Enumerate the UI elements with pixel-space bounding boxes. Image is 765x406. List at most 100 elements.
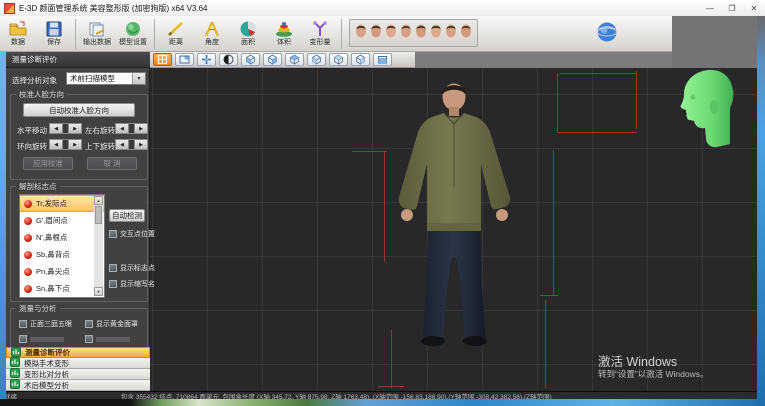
database-icon xyxy=(8,19,28,38)
apply-calibration-button[interactable]: 应用校准 xyxy=(23,157,73,170)
wireframe-segment xyxy=(557,73,558,133)
front-view-button[interactable] xyxy=(241,53,260,66)
stepper-label: 水平移动 xyxy=(17,125,47,136)
auto-calibrate-button[interactable]: 自动校准人脸方向 xyxy=(23,103,135,117)
checkbox-icon xyxy=(85,320,93,328)
bottom-view-button[interactable] xyxy=(351,53,370,66)
analysis-object-dropdown[interactable]: 术前扫描模型 ▾ xyxy=(66,72,146,85)
area-button[interactable]: 面积 xyxy=(230,18,266,47)
landmark-dot-icon xyxy=(24,200,32,208)
volume-button[interactable]: 体积 xyxy=(266,18,302,47)
face-view-4-button[interactable] xyxy=(400,23,412,43)
angle-button[interactable]: 角度 xyxy=(194,18,230,47)
deformation-button[interactable]: 变形量 xyxy=(302,18,338,47)
shaded-view-button[interactable] xyxy=(219,53,238,66)
globe-button[interactable] xyxy=(596,21,618,48)
axis-view-button[interactable] xyxy=(197,53,216,66)
tab-postop-analysis[interactable]: 术后模型分析 xyxy=(6,380,150,391)
distance-button[interactable]: 距离 xyxy=(158,18,194,47)
horizontal-move-stepper[interactable]: ◀▶ xyxy=(49,123,82,134)
toolbar-empty-area xyxy=(672,16,757,68)
show-abbreviations-checkbox[interactable]: 显示缩写名 xyxy=(109,279,155,289)
stepper-prev-button[interactable]: ◀ xyxy=(49,123,63,134)
scroll-up-icon[interactable]: ▲ xyxy=(94,196,103,205)
save-button[interactable]: 保存 xyxy=(36,18,72,47)
model-settings-icon xyxy=(123,19,143,38)
toolbar-label: 变形量 xyxy=(310,38,331,47)
tab-simulate-surgery[interactable]: 模拟手术变形 xyxy=(6,358,150,369)
three-courts-checkbox[interactable]: 正面三庭五眼 xyxy=(19,319,72,329)
stepper-prev-button[interactable]: ◀ xyxy=(115,123,129,134)
toolbar-separator xyxy=(341,19,342,49)
face-view-8-button[interactable] xyxy=(460,23,472,43)
main-toolbar: 数据 保存 输出数据 模型设置 距离 xyxy=(0,16,757,52)
3d-viewport[interactable]: 激活 Windows 转到“设置”以激活 Windows。 xyxy=(150,68,757,391)
landmark-dot-icon xyxy=(24,234,32,242)
yaw-rotate-stepper[interactable]: ◀▶ xyxy=(115,123,148,134)
landmarks-list[interactable]: Tr,发际点 G',眉间点 N',鼻根点 Sb,鼻背点 Pn,鼻尖点 Sn,鼻下… xyxy=(19,194,105,298)
model-settings-button[interactable]: 模型设置 xyxy=(115,18,151,47)
screen-view-button[interactable] xyxy=(175,53,194,66)
list-item[interactable]: Sb,鼻背点 xyxy=(20,246,104,263)
landmarks-group: 解剖标志点 Tr,发际点 G',眉间点 N',鼻根点 Sb,鼻背点 Pn,鼻尖点… xyxy=(10,186,148,302)
checkbox-icon xyxy=(109,264,117,272)
export-data-button[interactable]: 输出数据 xyxy=(79,18,115,47)
data-button[interactable]: 数据 xyxy=(0,18,36,47)
stepper-prev-button[interactable]: ◀ xyxy=(115,139,129,150)
checkbox-icon xyxy=(19,320,27,328)
list-item[interactable]: N',鼻根点 xyxy=(20,229,104,246)
iso-view-button[interactable] xyxy=(373,53,392,66)
list-scrollbar[interactable]: ▲ ▼ xyxy=(94,196,103,296)
stepper-prev-button[interactable]: ◀ xyxy=(49,139,63,150)
face-view-7-button[interactable] xyxy=(445,23,457,43)
stepper-label: 上下旋转 xyxy=(85,141,115,152)
tab-deformation-compare[interactable]: 变形比对分析 xyxy=(6,369,150,380)
maximize-button[interactable]: ❐ xyxy=(721,0,743,16)
golden-mask-checkbox[interactable]: 显示黄金面罩 xyxy=(85,319,138,329)
measurement-group-title: 测量与分析 xyxy=(16,304,60,313)
landmark-dot-icon xyxy=(24,268,32,276)
stepper-next-button[interactable]: ▶ xyxy=(134,139,148,150)
toolbar-label: 模型设置 xyxy=(119,38,147,47)
tab-measure-evaluate[interactable]: 测量诊断评价 xyxy=(6,347,150,358)
toolbar-label: 角度 xyxy=(205,38,219,47)
top-view-button[interactable] xyxy=(329,53,348,66)
pitch-rotate-stepper[interactable]: ◀▶ xyxy=(115,139,148,150)
scroll-down-icon[interactable]: ▼ xyxy=(94,287,103,296)
partial-checkbox[interactable] xyxy=(85,335,130,343)
roll-rotate-stepper[interactable]: ◀▶ xyxy=(49,139,82,150)
partial-checkbox[interactable] xyxy=(19,335,64,343)
show-landmarks-checkbox[interactable]: 显示标志点 xyxy=(109,263,155,273)
interactive-point-checkbox[interactable]: 交互点位置 xyxy=(109,229,155,239)
cancel-button[interactable]: 取 消 xyxy=(87,157,137,170)
fit-view-button[interactable] xyxy=(153,53,172,66)
face-view-6-button[interactable] xyxy=(430,23,442,43)
windows-activate-watermark-sub: 转到“设置”以激活 Windows。 xyxy=(598,368,709,380)
scroll-thumb[interactable] xyxy=(95,206,102,224)
face-view-1-button[interactable] xyxy=(355,23,367,43)
left-view-button[interactable] xyxy=(285,53,304,66)
list-item[interactable]: Sn,鼻下点 xyxy=(20,280,104,297)
face-view-5-button[interactable] xyxy=(415,23,427,43)
auto-detect-button[interactable]: 自动检测 xyxy=(109,209,145,222)
stepper-next-button[interactable]: ▶ xyxy=(134,123,148,134)
face-view-2-button[interactable] xyxy=(370,23,382,43)
stepper-next-button[interactable]: ▶ xyxy=(68,139,82,150)
stepper-label: 左右旋转 xyxy=(85,125,115,136)
back-view-button[interactable] xyxy=(263,53,282,66)
right-view-button[interactable] xyxy=(307,53,326,66)
angle-icon xyxy=(202,19,222,38)
face-view-3-button[interactable] xyxy=(385,23,397,43)
list-item[interactable]: Pn,鼻尖点 xyxy=(20,263,104,280)
close-button[interactable]: ✕ xyxy=(743,0,765,16)
module-nav: 测量诊断评价 模拟手术变形 变形比对分析 术后模型分析 xyxy=(6,347,150,391)
landmark-dot-icon xyxy=(24,251,32,259)
list-item[interactable]: Tr,发际点 xyxy=(20,195,104,212)
stepper-next-button[interactable]: ▶ xyxy=(68,123,82,134)
list-item[interactable]: G',眉间点 xyxy=(20,212,104,229)
wireframe-segment xyxy=(560,73,636,74)
app-icon xyxy=(4,3,15,14)
minimize-button[interactable]: — xyxy=(699,0,721,16)
wireframe-segment xyxy=(553,150,554,295)
checkbox-icon xyxy=(109,230,117,238)
